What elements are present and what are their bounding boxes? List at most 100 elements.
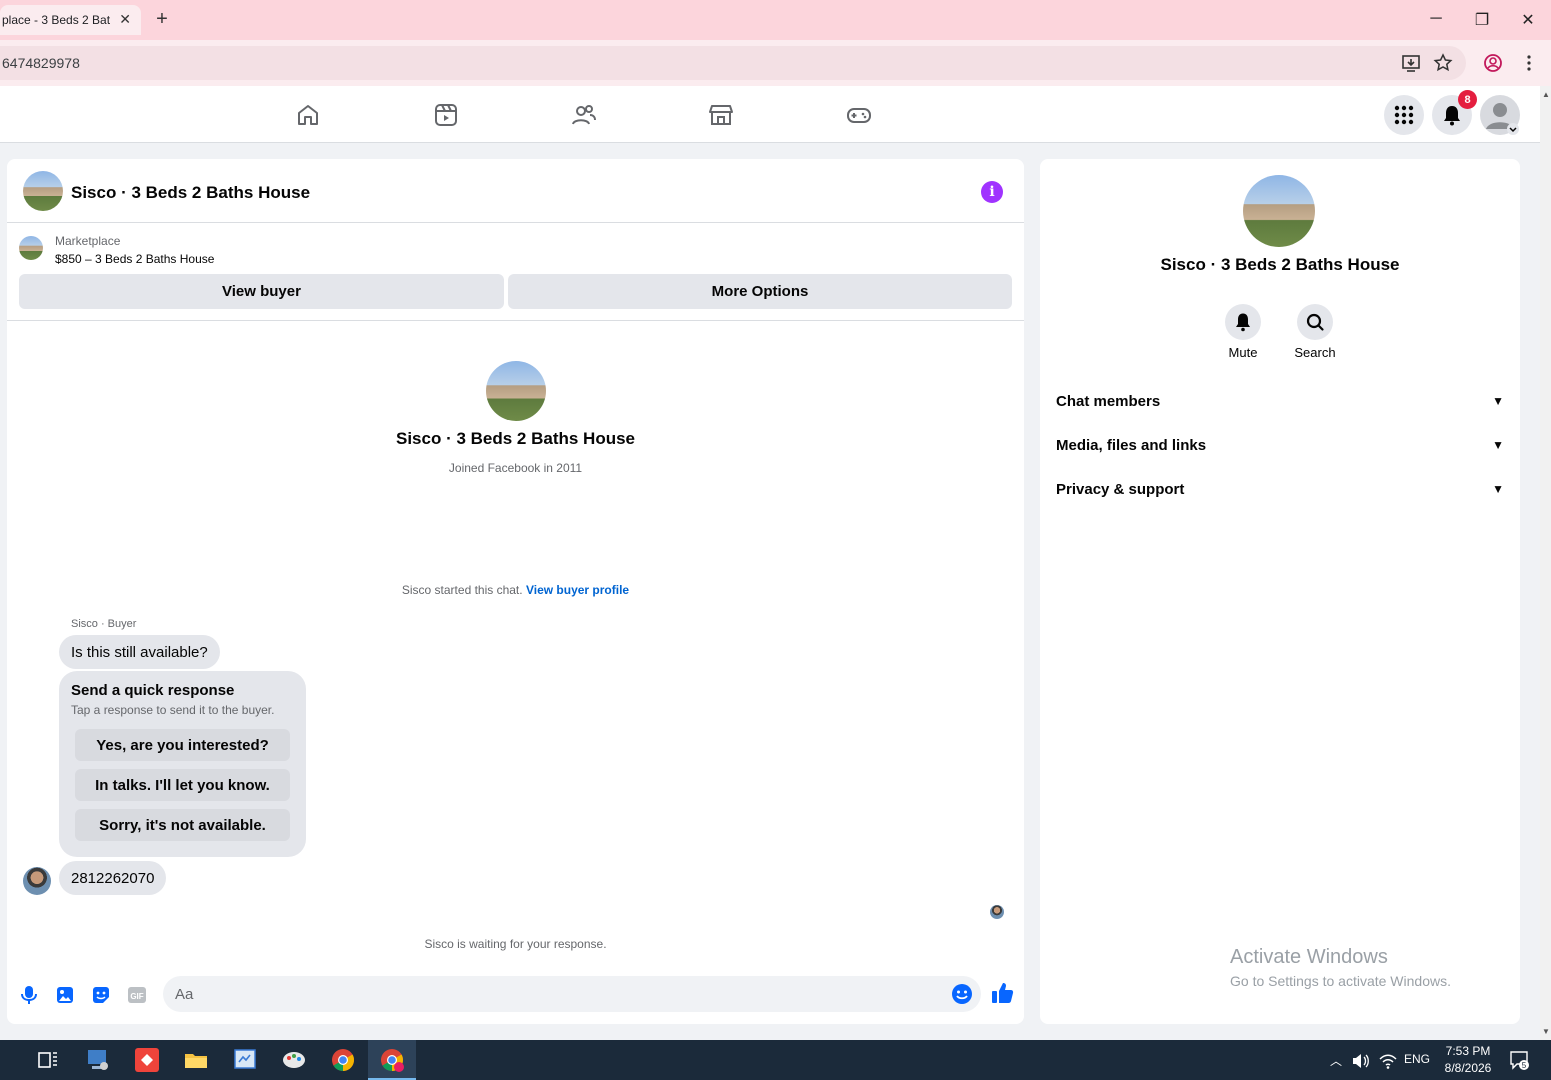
search-button[interactable] bbox=[1297, 304, 1333, 340]
bookmark-star-icon[interactable] bbox=[1432, 52, 1454, 74]
info-icon[interactable]: i bbox=[981, 181, 1003, 203]
chrome-profile-icon[interactable] bbox=[378, 1046, 406, 1074]
file-explorer-icon[interactable] bbox=[182, 1046, 210, 1074]
tab-close-icon[interactable]: ✕ bbox=[119, 11, 131, 28]
activate-windows-watermark: Activate Windows Go to Settings to activ… bbox=[1230, 946, 1451, 989]
minimize-button[interactable]: ─ bbox=[1426, 10, 1446, 28]
sticker-icon[interactable] bbox=[90, 984, 112, 1006]
clock-time: 7:53 PM bbox=[1445, 1044, 1491, 1058]
facebook-top-nav bbox=[0, 86, 1540, 143]
browser-menu-icon[interactable] bbox=[1518, 52, 1540, 74]
quick-response-yes[interactable]: Yes, are you interested? bbox=[75, 729, 290, 761]
anydesk-icon[interactable] bbox=[133, 1046, 161, 1074]
chat-started-notice: Sisco started this chat. View buyer prof… bbox=[7, 583, 1024, 597]
quick-response-title: Send a quick response bbox=[71, 682, 235, 699]
chat-members-section[interactable]: Chat members ▼ bbox=[1056, 385, 1504, 417]
gaming-icon[interactable] bbox=[846, 102, 872, 128]
search-label: Search bbox=[1294, 345, 1336, 360]
marketplace-icon[interactable] bbox=[708, 102, 734, 128]
tab-title: place - 3 Beds 2 Baths House bbox=[2, 13, 110, 27]
notification-badge: 8 bbox=[1458, 90, 1477, 109]
action-center-count: 5 bbox=[1522, 1061, 1527, 1070]
phone-message-bubble[interactable]: 2812262070 bbox=[59, 861, 167, 895]
intro-name: Sisco · 3 Beds 2 Baths House bbox=[395, 429, 636, 448]
view-buyer-button[interactable]: View buyer bbox=[19, 274, 504, 309]
control-panel-icon[interactable] bbox=[231, 1046, 259, 1074]
sender-label: Sisco · Buyer bbox=[71, 618, 137, 630]
marketplace-listing-bar: Marketplace $850 – 3 Beds 2 Baths House … bbox=[7, 223, 1024, 321]
chat-title[interactable]: Sisco · 3 Beds 2 Baths House bbox=[71, 183, 310, 203]
quick-response-not-available[interactable]: Sorry, it's not available. bbox=[75, 809, 290, 841]
chevron-down-icon: ▼ bbox=[1492, 394, 1504, 408]
paint-icon[interactable] bbox=[280, 1046, 308, 1074]
info-avatar[interactable] bbox=[1243, 175, 1315, 247]
page-scrollbar[interactable]: ▲ ▼ bbox=[1540, 86, 1551, 1040]
url-field[interactable]: 6474829978 bbox=[0, 46, 1466, 80]
listing-price-title[interactable]: $850 – 3 Beds 2 Baths House bbox=[55, 252, 214, 266]
listing-avatar[interactable] bbox=[23, 171, 63, 211]
emoji-icon[interactable] bbox=[951, 983, 973, 1005]
section-label: Chat members bbox=[1056, 392, 1161, 410]
started-text: Sisco started this chat. bbox=[401, 583, 523, 597]
friends-icon[interactable] bbox=[571, 102, 597, 128]
media-files-links-section[interactable]: Media, files and links ▼ bbox=[1056, 429, 1504, 461]
quick-response-card: Send a quick response Tap a response to … bbox=[59, 671, 306, 857]
scroll-up-arrow[interactable]: ▲ bbox=[1542, 90, 1550, 99]
like-thumb-icon[interactable] bbox=[990, 981, 1014, 1005]
privacy-support-section[interactable]: Privacy & support ▼ bbox=[1056, 473, 1504, 505]
section-label: Privacy & support bbox=[1056, 480, 1185, 498]
language-indicator[interactable]: ENG bbox=[1404, 1052, 1430, 1066]
gif-icon[interactable]: GIF bbox=[126, 984, 148, 1006]
view-buyer-profile-link[interactable]: View buyer profile bbox=[526, 583, 629, 597]
waiting-notice: Sisco is waiting for your response. bbox=[424, 937, 607, 951]
wifi-icon[interactable] bbox=[1378, 1051, 1398, 1071]
message-bubble[interactable]: Is this still available? bbox=[59, 635, 220, 669]
bell-icon bbox=[1236, 313, 1250, 332]
chat-header: Sisco · 3 Beds 2 Baths House i bbox=[7, 159, 1024, 223]
chevron-down-icon: ▼ bbox=[1492, 438, 1504, 452]
svg-text:GIF: GIF bbox=[130, 992, 143, 1001]
scroll-down-arrow[interactable]: ▼ bbox=[1542, 1027, 1550, 1036]
message-input[interactable] bbox=[163, 976, 981, 1012]
menu-grid-button[interactable] bbox=[1384, 95, 1424, 135]
buyer-avatar[interactable] bbox=[23, 867, 51, 895]
new-tab-button[interactable]: + bbox=[152, 8, 172, 31]
account-avatar-button[interactable] bbox=[1480, 95, 1520, 135]
chevron-up-icon[interactable]: ︿ bbox=[1330, 1052, 1342, 1069]
watermark-line-2: Go to Settings to activate Windows. bbox=[1230, 973, 1451, 989]
browser-tab[interactable]: place - 3 Beds 2 Baths House ✕ bbox=[0, 5, 141, 35]
intro-avatar[interactable] bbox=[486, 361, 546, 421]
task-view-icon[interactable] bbox=[34, 1046, 62, 1074]
chrome-icon[interactable] bbox=[329, 1046, 357, 1074]
joined-text: Joined Facebook in 2011 bbox=[448, 461, 583, 475]
quick-response-subtitle: Tap a response to send it to the buyer. bbox=[71, 703, 275, 717]
this-pc-icon[interactable] bbox=[84, 1046, 112, 1074]
chat-panel: Sisco · 3 Beds 2 Baths House i Marketpla… bbox=[7, 159, 1024, 1024]
install-app-icon[interactable] bbox=[1400, 52, 1422, 74]
video-icon[interactable] bbox=[433, 102, 459, 128]
listing-thumbnail[interactable] bbox=[19, 236, 43, 260]
read-receipt-avatar bbox=[990, 905, 1004, 919]
section-label: Media, files and links bbox=[1056, 436, 1207, 454]
clock-date: 8/8/2026 bbox=[1444, 1061, 1492, 1075]
microphone-icon[interactable] bbox=[18, 984, 40, 1006]
more-options-button[interactable]: More Options bbox=[508, 274, 1012, 309]
photo-icon[interactable] bbox=[54, 984, 76, 1006]
chevron-down-icon: ▼ bbox=[1492, 482, 1504, 496]
search-icon bbox=[1306, 313, 1324, 331]
volume-icon[interactable] bbox=[1350, 1051, 1370, 1071]
marketplace-label: Marketplace bbox=[55, 234, 121, 248]
conversation-info-panel: Sisco · 3 Beds 2 Baths House Mute Search… bbox=[1040, 159, 1520, 1024]
watermark-line-1: Activate Windows bbox=[1230, 946, 1388, 968]
profile-icon[interactable] bbox=[1482, 52, 1504, 74]
mute-button[interactable] bbox=[1225, 304, 1261, 340]
maximize-button[interactable]: ❐ bbox=[1472, 10, 1492, 30]
close-window-button[interactable]: ✕ bbox=[1518, 10, 1538, 30]
home-icon[interactable] bbox=[295, 102, 321, 128]
quick-response-in-talks[interactable]: In talks. I'll let you know. bbox=[75, 769, 290, 801]
system-clock[interactable]: 7:53 PM 8/8/2026 bbox=[1438, 1043, 1498, 1077]
info-name: Sisco · 3 Beds 2 Baths House bbox=[1160, 255, 1400, 274]
windows-taskbar: ︿ ENG 7:53 PM 8/8/2026 5 bbox=[0, 1040, 1551, 1080]
browser-tab-strip: place - 3 Beds 2 Baths House ✕ + ─ ❐ ✕ bbox=[0, 0, 1551, 40]
action-center-icon[interactable]: 5 bbox=[1508, 1049, 1530, 1071]
